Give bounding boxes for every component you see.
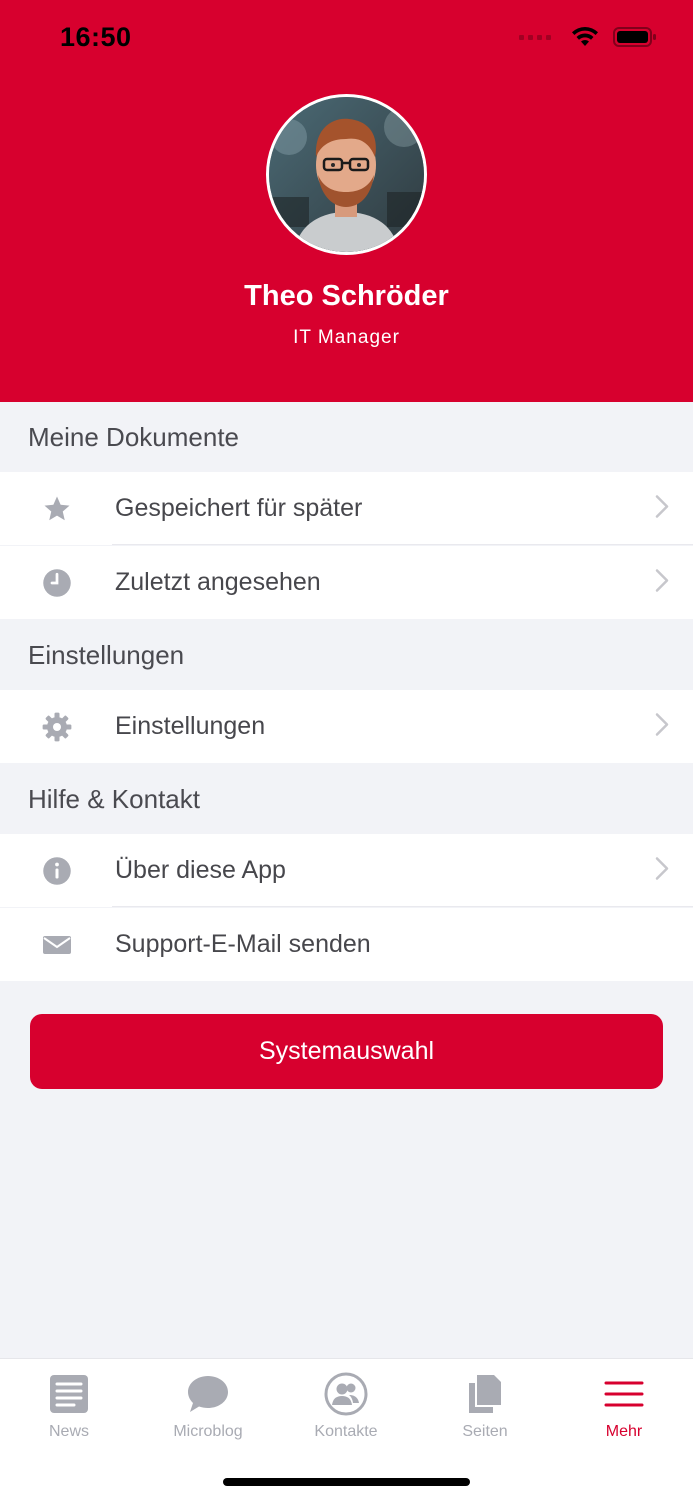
tab-label: Kontakte bbox=[314, 1423, 378, 1440]
pages-icon bbox=[467, 1371, 503, 1417]
profile-name: Theo Schröder bbox=[244, 280, 449, 312]
system-selection-button[interactable]: Systemauswahl bbox=[30, 1014, 663, 1089]
chat-bubble-icon bbox=[186, 1371, 230, 1417]
chevron-right-icon bbox=[655, 712, 669, 741]
section-header-help: Hilfe & Kontakt bbox=[28, 783, 200, 814]
chevron-right-icon bbox=[655, 856, 669, 885]
home-indicator[interactable] bbox=[223, 1478, 470, 1486]
menu-item-settings[interactable]: Einstellungen bbox=[0, 690, 693, 763]
chevron-right-icon bbox=[655, 494, 669, 523]
wifi-icon bbox=[572, 26, 598, 46]
menu-item-label: Support-E-Mail senden bbox=[115, 930, 371, 958]
clock-icon bbox=[40, 566, 74, 600]
avatar[interactable] bbox=[266, 94, 427, 255]
section-header-documents: Meine Dokumente bbox=[28, 421, 239, 452]
tab-label: Mehr bbox=[605, 1423, 643, 1440]
tab-contacts[interactable]: Kontakte bbox=[277, 1359, 415, 1459]
menu-icon bbox=[604, 1371, 644, 1417]
row-divider bbox=[112, 906, 693, 907]
tab-pages[interactable]: Seiten bbox=[416, 1359, 554, 1459]
tab-label: Microblog bbox=[173, 1423, 243, 1440]
newspaper-icon bbox=[48, 1371, 90, 1417]
mail-icon bbox=[40, 928, 74, 962]
cellular-signal-icon bbox=[519, 34, 551, 40]
row-divider bbox=[112, 544, 693, 545]
menu-item-send-support-email[interactable]: Support-E-Mail senden bbox=[0, 908, 693, 981]
tab-label: Seiten bbox=[462, 1423, 508, 1440]
profile-role: IT Manager bbox=[293, 327, 400, 348]
menu-item-label: Über diese App bbox=[115, 856, 286, 884]
status-indicators bbox=[519, 26, 657, 48]
tab-news[interactable]: News bbox=[0, 1359, 138, 1459]
profile-header: 16:50 Theo Schröder IT Manager bbox=[0, 0, 693, 402]
contacts-icon bbox=[324, 1371, 368, 1417]
menu-item-label: Gespeichert für später bbox=[115, 494, 363, 522]
info-icon bbox=[40, 854, 74, 888]
tab-microblog[interactable]: Microblog bbox=[139, 1359, 277, 1459]
tab-more[interactable]: Mehr bbox=[555, 1359, 693, 1459]
menu-item-about-app[interactable]: Über diese App bbox=[0, 834, 693, 907]
tab-label: News bbox=[48, 1423, 89, 1440]
menu-item-label: Zuletzt angesehen bbox=[115, 568, 321, 596]
menu-item-label: Einstellungen bbox=[115, 712, 266, 740]
battery-icon bbox=[613, 27, 656, 47]
chevron-right-icon bbox=[655, 568, 669, 597]
star-icon bbox=[40, 492, 74, 526]
menu-item-saved-for-later[interactable]: Gespeichert für später bbox=[0, 472, 693, 545]
section-header-settings: Einstellungen bbox=[28, 639, 185, 670]
status-time: 16:50 bbox=[60, 22, 132, 52]
gear-icon bbox=[40, 710, 74, 744]
menu-item-recently-viewed[interactable]: Zuletzt angesehen bbox=[0, 546, 693, 619]
